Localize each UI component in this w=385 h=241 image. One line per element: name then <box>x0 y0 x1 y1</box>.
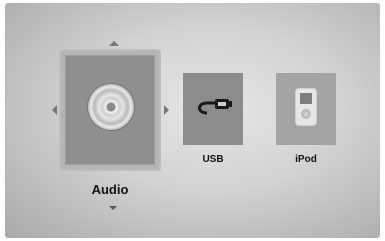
nav-left-arrow-icon[interactable] <box>52 105 57 115</box>
menu-item-usb[interactable] <box>183 73 243 145</box>
nav-down-arrow-icon[interactable] <box>109 206 117 210</box>
menu-item-audio-label: Audio <box>91 182 129 197</box>
menu-item-usb-label: USB <box>202 154 224 165</box>
nav-right-arrow-icon[interactable] <box>164 105 169 115</box>
nav-up-arrow-icon[interactable] <box>109 41 119 46</box>
menu-item-ipod[interactable] <box>276 73 336 145</box>
home-menu-screen: Audio USB iPod <box>5 3 380 238</box>
ipod-icon <box>296 89 316 125</box>
ipod-click-wheel <box>301 109 311 119</box>
menu-item-audio[interactable] <box>65 55 155 165</box>
usb-cable-icon <box>198 99 232 115</box>
disc-icon <box>88 84 134 130</box>
menu-item-ipod-label: iPod <box>295 154 317 165</box>
ipod-screen <box>300 93 312 104</box>
